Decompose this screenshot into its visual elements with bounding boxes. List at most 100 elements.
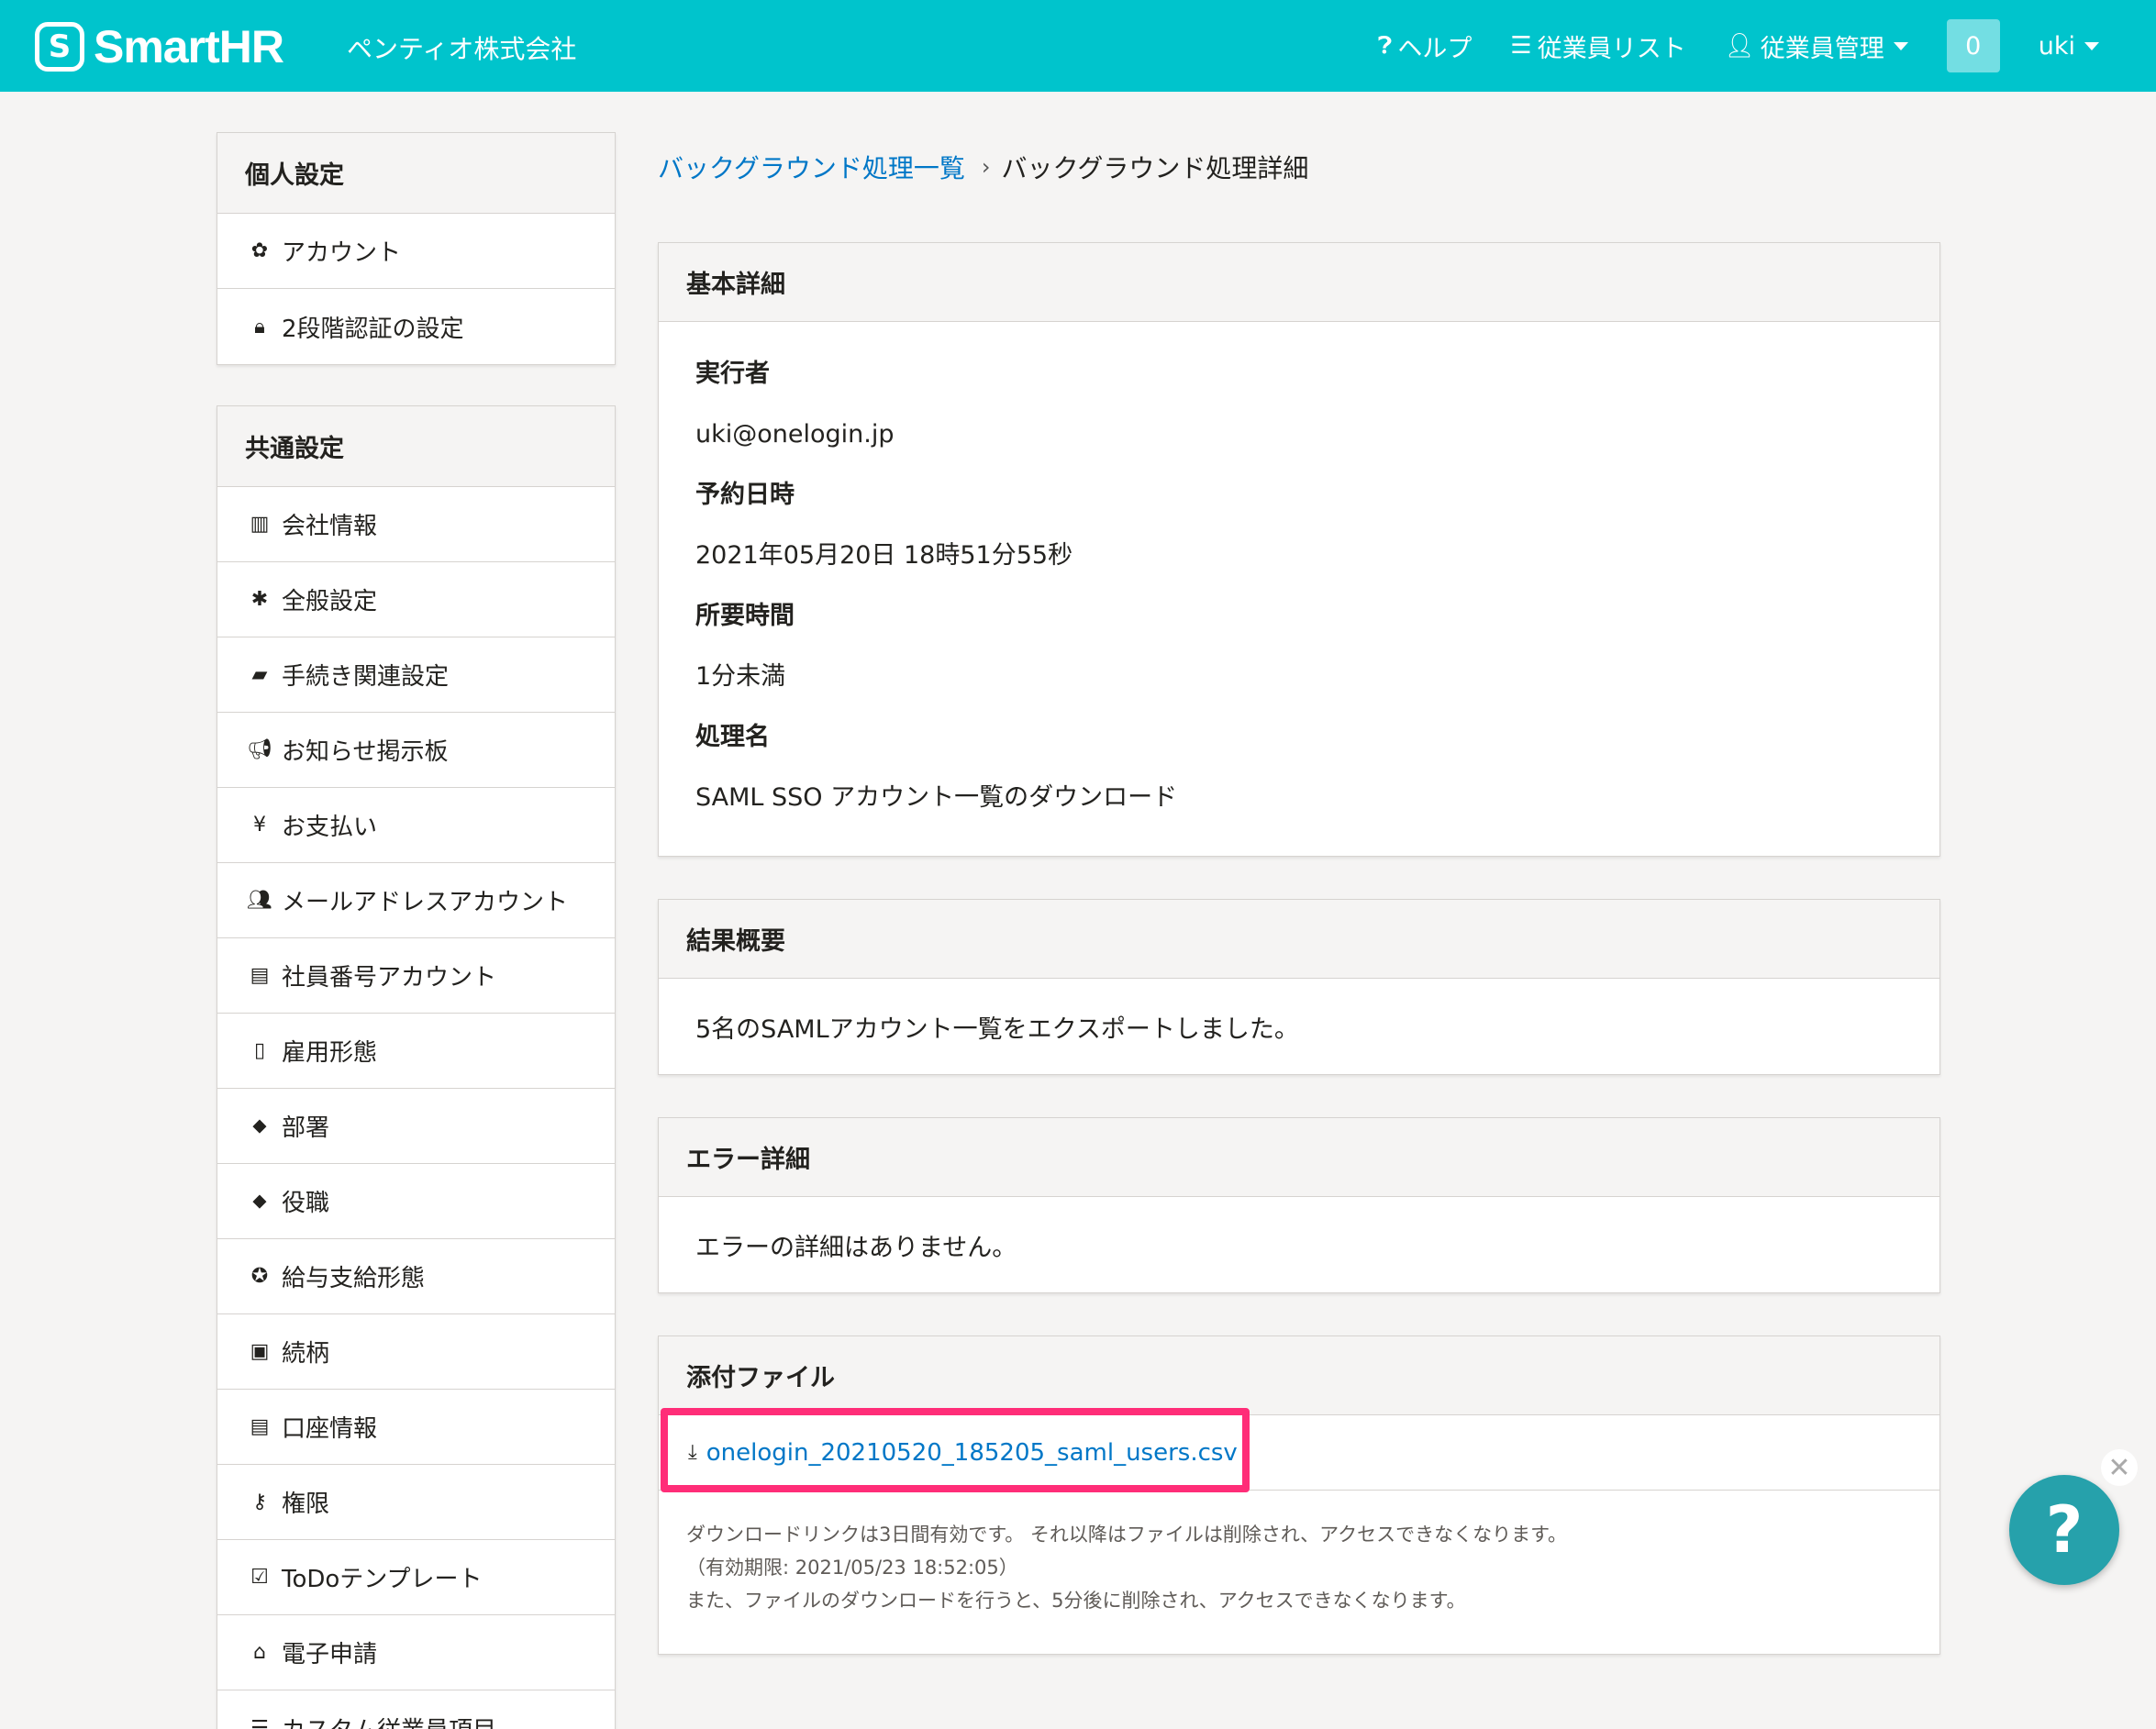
common-settings-title: 共通設定 <box>217 406 615 487</box>
basic-details-body: 実行者 uki@onelogin.jp 予約日時 2021年05月20日 18時… <box>659 322 1939 856</box>
sidebar-item-label: ToDoテンプレート <box>282 1566 483 1593</box>
employee-list-label: 従業員リスト <box>1537 34 1686 63</box>
sidebar-item-label: 役職 <box>282 1190 330 1217</box>
logo-text: SmartHR <box>94 21 284 72</box>
top-header: S SmartHR ペンティオ株式会社 ❓︎ ヘルプ ☰ 従業員リスト 👤︎ 従… <box>0 0 2156 92</box>
error-details-text: エラーの詳細はありません。 <box>695 1233 1017 1262</box>
sidebar-item-label: お知らせ掲示板 <box>282 738 449 766</box>
sidebar-item[interactable]: ▤ 口座情報 <box>217 1390 615 1465</box>
book-icon: ▰ <box>251 663 268 686</box>
caret-down-icon <box>2084 41 2099 50</box>
process-name-value: SAML SSO アカウント一覧のダウンロード <box>695 783 1178 812</box>
sidebar-item-label: 口座情報 <box>282 1415 378 1443</box>
breadcrumb-parent-link[interactable]: バックグラウンド処理一覧 <box>658 149 965 185</box>
help-label: ヘルプ <box>1397 34 1473 63</box>
sidebar-item-label: 給与支給形態 <box>282 1265 426 1292</box>
user-label: uki <box>2038 31 2075 61</box>
common-settings-panel: 共通設定 ▥ 会社情報 ✱ 全般設定 ▰ 手続き関連設定 📢︎ お知らせ掲示板 ¥ お支払い 👥︎ メ… <box>217 405 616 1729</box>
sidebar-item-label: 権限 <box>282 1491 330 1518</box>
process-name-label: 処理名 <box>695 723 770 751</box>
header-nav: ❓︎ ヘルプ ☰ 従業員リスト 👤︎ 従業員管理 0 uki <box>1378 0 2156 92</box>
sidebar-item[interactable]: ☰ カスタム従業員項目 <box>217 1690 615 1729</box>
result-summary-title: 結果概要 <box>659 900 1939 979</box>
sidebar-item[interactable]: ▤ 社員番号アカウント <box>217 938 615 1014</box>
notification-badge[interactable]: 0 <box>1946 19 2000 72</box>
sidebar-item[interactable]: 👥︎ メールアドレスアカウント <box>217 863 615 938</box>
csv-download-link[interactable]: ⤓ onelogin_20210520_185205_saml_users.cs… <box>688 1439 1238 1467</box>
list-icon: ☰ <box>1510 32 1532 60</box>
attachment-title: 添付ファイル <box>659 1336 1939 1415</box>
attachment-note: ダウンロードリンクは3日間有効です。 それ以降はファイルは削除され、アクセスでき… <box>659 1491 1939 1654</box>
yen-icon: ¥ <box>253 814 266 837</box>
company-name: ペンティオ株式会社 <box>347 34 577 64</box>
sidebar-item[interactable]: 📢︎ お知らせ掲示板 <box>217 713 615 788</box>
sidebar-item[interactable]: ⚷ 権限 <box>217 1465 615 1540</box>
sidebar-item[interactable]: ¥ お支払い <box>217 788 615 863</box>
sidebar-item-label: 部署 <box>282 1114 330 1142</box>
users-icon: 👥︎ <box>247 889 272 912</box>
card-icon: ▤ <box>250 1415 270 1438</box>
lock-icon: 🔒︎ <box>254 315 265 338</box>
error-details-card: エラー詳細 エラーの詳細はありません。 <box>658 1117 1940 1293</box>
sidebar-item-label: メールアドレスアカウント <box>282 889 569 916</box>
close-icon[interactable]: ✕ <box>2101 1449 2138 1486</box>
note-deletion: また、ファイルのダウンロードを行うと、5分後に削除され、アクセスできなくなります… <box>686 1590 1466 1612</box>
sidebar-item[interactable]: ⬥ 部署 <box>217 1089 615 1164</box>
sidebar-item-label: 全般設定 <box>282 588 378 615</box>
sidebar-item-label: 社員番号アカウント <box>282 964 497 992</box>
megaphone-icon: 📢︎ <box>247 738 272 761</box>
settings-sidebar: 個人設定 ✿ アカウント 🔒︎ 2段階認証の設定 共通設定 ▥ 会社情報 ✱ 全般設定 ▰ 手続… <box>217 132 616 1729</box>
gear-icon: ✿ <box>250 239 269 262</box>
user-key-icon: ⚷ <box>251 1491 268 1513</box>
sidebar-item-label: 手続き関連設定 <box>282 663 450 691</box>
csv-filename: onelogin_20210520_185205_saml_users.csv <box>706 1438 1238 1467</box>
asterisk-icon: ✱ <box>250 588 269 611</box>
sidebar-item-label: 電子申請 <box>282 1641 378 1668</box>
user-icon: 👤︎ <box>1724 32 1755 60</box>
basic-details-card: 基本詳細 実行者 uki@onelogin.jp 予約日時 2021年05月20… <box>658 242 1940 857</box>
building-icon: ▥ <box>250 513 270 536</box>
logo-mark-icon: S <box>35 22 84 72</box>
duration-value: 1分未満 <box>695 662 786 691</box>
sidebar-item[interactable]: ☑ ToDoテンプレート <box>217 1540 615 1615</box>
tag-icon: ⬥ <box>252 1190 267 1213</box>
sidebar-item[interactable]: ⬥ 役職 <box>217 1164 615 1239</box>
sidebar-item-label: アカウント <box>282 239 402 267</box>
tags-icon: ⬥ <box>252 1114 267 1137</box>
duration-label: 所要時間 <box>695 602 795 630</box>
breadcrumb: バックグラウンド処理一覧 › バックグラウンド処理詳細 <box>658 132 1940 202</box>
sidebar-item-label: 続柄 <box>282 1340 330 1368</box>
sidebar-item[interactable]: ✱ 全般設定 <box>217 562 615 637</box>
sidebar-item[interactable]: ▯ 雇用形態 <box>217 1014 615 1089</box>
scheduled-label: 予約日時 <box>695 481 795 509</box>
attachment-file-row: ⤓ onelogin_20210520_185205_saml_users.cs… <box>659 1408 1939 1492</box>
sidebar-item[interactable]: ✿ アカウント <box>217 214 615 289</box>
caret-down-icon <box>1893 41 1908 50</box>
sidebar-item[interactable]: ▰ 手続き関連設定 <box>217 637 615 713</box>
result-summary-text: 5名のSAMLアカウント一覧をエクスポートしました。 <box>695 1014 1299 1044</box>
basic-details-title: 基本詳細 <box>659 243 1939 322</box>
sidebar-item[interactable]: ▥ 会社情報 <box>217 487 615 562</box>
scheduled-value: 2021年05月20日 18時51分55秒 <box>695 541 1073 570</box>
personal-settings-panel: 個人設定 ✿ アカウント 🔒︎ 2段階認証の設定 <box>217 132 616 365</box>
list-icon: ☰ <box>250 1716 269 1729</box>
employee-management-menu[interactable]: 👤︎ 従業員管理 <box>1725 28 1908 64</box>
help-fab-button[interactable]: ? <box>2009 1475 2119 1585</box>
sidebar-item[interactable]: 🔒︎ 2段階認証の設定 <box>217 289 615 364</box>
executor-value: uki@onelogin.jp <box>695 420 895 449</box>
sidebar-item-label: 雇用形態 <box>282 1039 378 1067</box>
smarthr-logo[interactable]: S SmartHR <box>35 20 284 73</box>
sidebar-item[interactable]: ▣ 続柄 <box>217 1314 615 1390</box>
sidebar-item-label: 2段階認証の設定 <box>282 315 464 343</box>
employee-list-link[interactable]: ☰ 従業員リスト <box>1510 28 1685 64</box>
sidebar-item[interactable]: ⌂ 電子申請 <box>217 1615 615 1690</box>
contact-icon: ▣ <box>250 1340 270 1363</box>
employee-management-label: 従業員管理 <box>1760 34 1884 63</box>
sidebar-item-label: カスタム従業員項目 <box>282 1712 496 1729</box>
user-menu[interactable]: uki <box>2039 32 2099 61</box>
sidebar-item[interactable]: ✪ 給与支給形態 <box>217 1239 615 1314</box>
badge-icon: ▯ <box>253 1039 266 1062</box>
note-expiry: （有効期限: 2021/05/23 18:52:05） <box>686 1557 1018 1579</box>
help-link[interactable]: ❓︎ ヘルプ <box>1378 28 1473 64</box>
note-validity: ダウンロードリンクは3日間有効です。 それ以降はファイルは削除され、アクセスでき… <box>686 1524 1567 1546</box>
